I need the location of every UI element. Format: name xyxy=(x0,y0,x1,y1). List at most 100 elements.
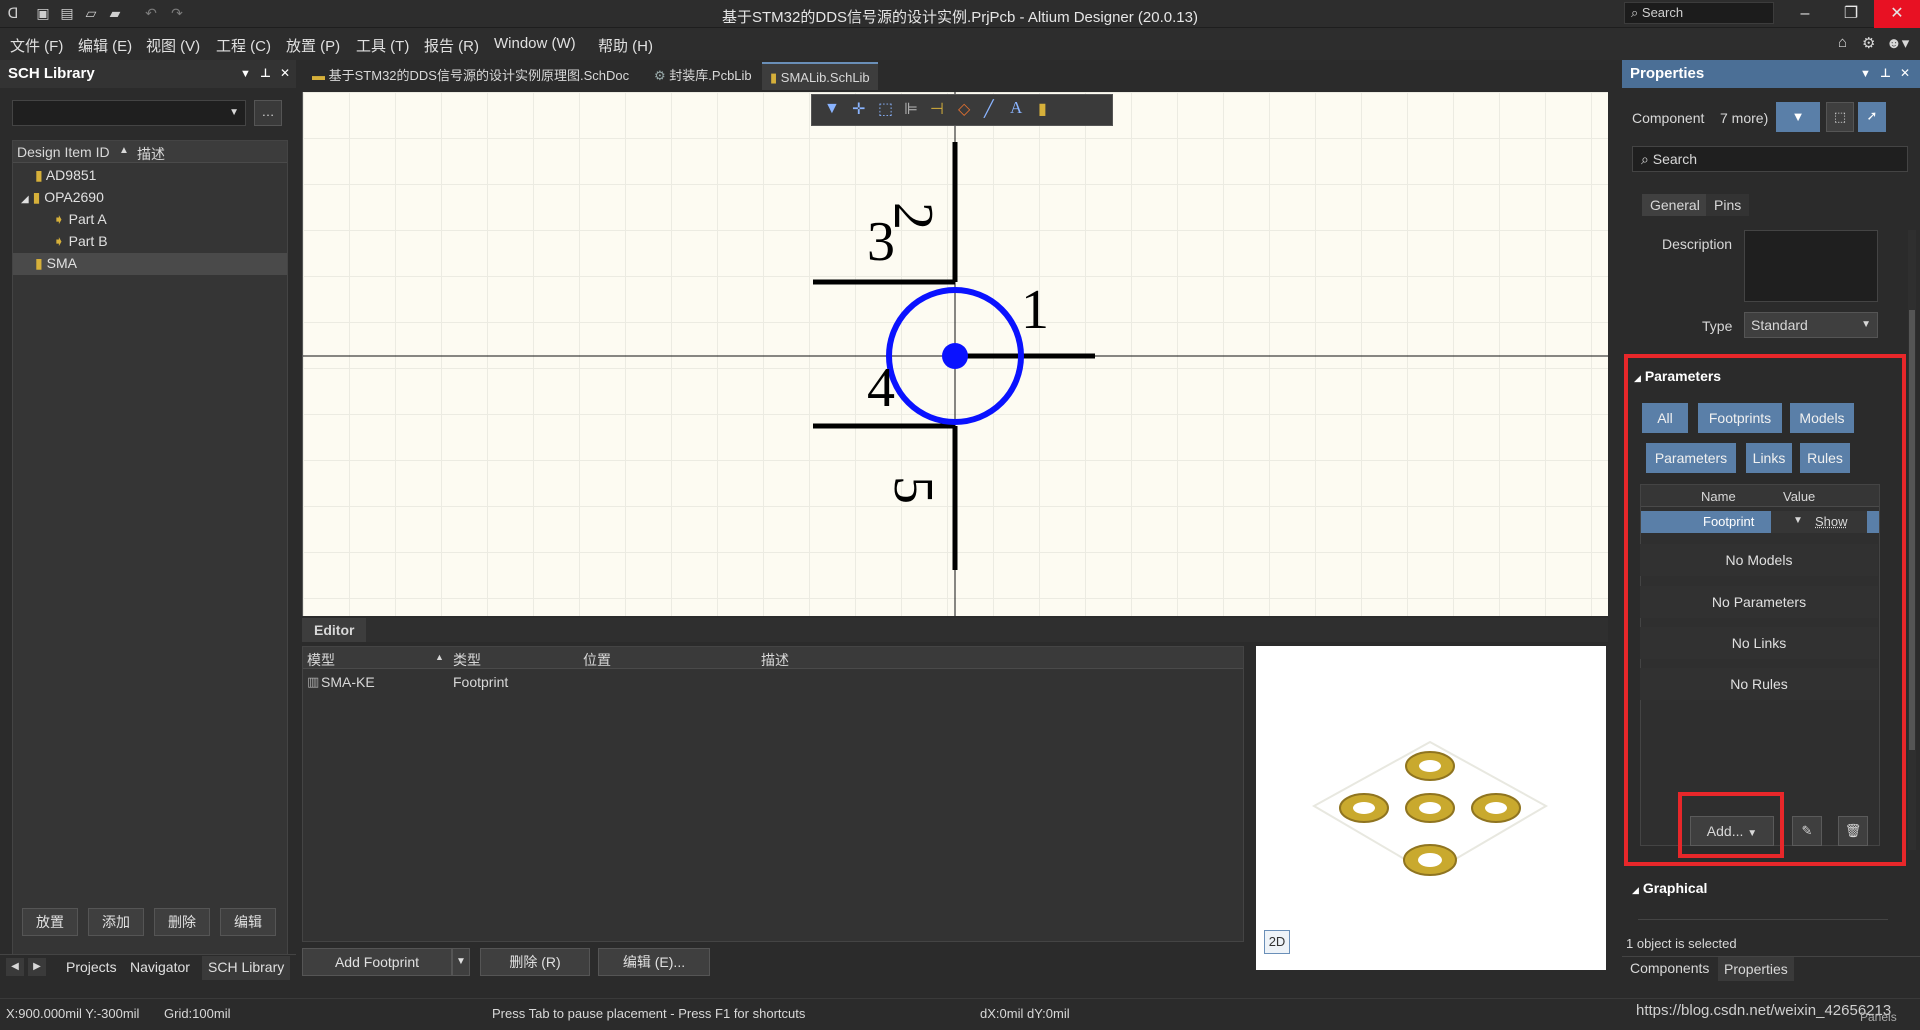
scrollbar-thumb[interactable] xyxy=(1909,310,1915,750)
menu-file[interactable]: 文件 (F) xyxy=(10,35,63,56)
tab-navigator[interactable]: Navigator xyxy=(124,956,196,980)
align-icon[interactable]: ⊫ xyxy=(904,99,918,119)
tab-components[interactable]: Components xyxy=(1626,960,1713,976)
panels-button[interactable]: Panels xyxy=(1860,1010,1897,1024)
add-parameter-button[interactable]: Add... ▼ xyxy=(1690,816,1774,846)
editor-tab[interactable]: Editor xyxy=(302,618,367,642)
chevron-down-icon[interactable]: ▼ xyxy=(1793,515,1803,526)
column-model[interactable]: 模型 xyxy=(307,650,335,670)
column-design-item-id[interactable]: Design Item ID xyxy=(17,144,110,160)
filter-models-button[interactable]: Models xyxy=(1790,403,1854,433)
filter-icon[interactable]: ▼ xyxy=(824,100,840,118)
pin-icon[interactable]: ⊥ xyxy=(1880,66,1891,80)
tab-schlib[interactable]: ▮ SMALib.SchLib xyxy=(762,62,878,90)
tab-sch-library[interactable]: SCH Library xyxy=(202,956,291,980)
add-part-icon[interactable]: ▮ xyxy=(1038,99,1047,119)
place-ieee-icon[interactable]: ◇ xyxy=(958,99,970,119)
move-icon[interactable]: ✛ xyxy=(852,99,865,119)
tab-projects[interactable]: Projects xyxy=(60,956,123,980)
schlib-icon: ▮ xyxy=(770,70,778,85)
select-rectangle-icon[interactable]: ⬚ xyxy=(878,99,893,119)
canvas-scroll-strip[interactable] xyxy=(1608,92,1618,616)
edit-model-button[interactable]: 编辑 (E)... xyxy=(598,948,710,976)
pointer-mask-button[interactable]: ➚ xyxy=(1858,102,1886,132)
schematic-canvas[interactable]: 1 2 3 4 5 ▼ ✛ ⬚ ⊫ ⊣ ◇ ╱ A ▮ xyxy=(302,92,1609,616)
graphical-section-title[interactable]: ◢ Graphical xyxy=(1632,880,1707,896)
footprint-show-link[interactable]: Show xyxy=(1815,514,1848,529)
list-item[interactable]: ▮ AD9851 xyxy=(35,167,96,184)
tab-scroll-right-icon[interactable]: ▶ xyxy=(28,958,46,976)
browse-button[interactable]: … xyxy=(254,100,282,126)
edit-button[interactable]: 编辑 xyxy=(220,908,276,936)
column-location[interactable]: 位置 xyxy=(583,650,611,670)
close-button[interactable]: ✕ xyxy=(1874,0,1920,28)
list-item[interactable]: ◢ ▮ OPA2690 xyxy=(21,189,104,206)
global-search-input[interactable]: ⌕ Search xyxy=(1624,2,1774,24)
menu-view[interactable]: 视图 (V) xyxy=(146,35,200,56)
minimize-button[interactable]: – xyxy=(1782,0,1828,28)
column-value[interactable]: Value xyxy=(1783,489,1815,504)
table-row-footprint[interactable]: Footprint ▼ Show xyxy=(1641,511,1879,533)
description-field[interactable] xyxy=(1744,230,1878,302)
footprint-preview[interactable]: 2D xyxy=(1256,646,1606,970)
menu-edit[interactable]: 编辑 (E) xyxy=(78,35,132,56)
menu-project[interactable]: 工程 (C) xyxy=(216,35,271,56)
place-line-icon[interactable]: ╱ xyxy=(984,99,994,119)
place-pin-icon[interactable]: ⊣ xyxy=(930,99,944,119)
menu-window[interactable]: Window (W) xyxy=(494,35,576,52)
restore-button[interactable]: ❐ xyxy=(1828,0,1874,28)
gear-icon[interactable]: ⚙ xyxy=(1862,34,1875,52)
filter-parameters-button[interactable]: Parameters xyxy=(1646,443,1736,473)
tab-schdoc[interactable]: ▬ 基于STM32的DDS信号源的设计实例原理图.SchDoc xyxy=(306,64,635,88)
properties-search-input[interactable]: ⌕ Search xyxy=(1632,146,1908,172)
properties-scrollbar[interactable] xyxy=(1908,230,1916,850)
panel-menu-icon[interactable]: ▼ xyxy=(1860,68,1871,80)
list-item[interactable]: ➧ Part B xyxy=(53,233,108,250)
tab-pcblib[interactable]: ⚙ 封装库.PcbLib xyxy=(648,64,758,88)
delete-button[interactable]: 删除 xyxy=(154,908,210,936)
library-filter-select[interactable]: ▼ xyxy=(12,100,246,126)
delete-parameter-button[interactable]: 🗑 xyxy=(1838,816,1868,846)
panel-close-icon[interactable]: ✕ xyxy=(280,66,290,80)
view-2d-toggle[interactable]: 2D xyxy=(1264,930,1290,954)
type-select[interactable]: Standard ▼ xyxy=(1744,312,1878,338)
place-text-icon[interactable]: A xyxy=(1010,98,1022,118)
row-selector-cell[interactable] xyxy=(1641,511,1697,533)
tab-scroll-left-icon[interactable]: ◀ xyxy=(6,958,24,976)
filter-dropdown-button[interactable]: ▼ xyxy=(1776,102,1820,132)
menu-help[interactable]: 帮助 (H) xyxy=(598,35,653,56)
parameters-section-title[interactable]: ◢ Parameters xyxy=(1634,368,1721,384)
column-desc[interactable]: 描述 xyxy=(761,650,789,670)
filter-links-button[interactable]: Links xyxy=(1746,443,1792,473)
add-button[interactable]: 添加 xyxy=(88,908,144,936)
panel-menu-icon[interactable]: ▼ xyxy=(240,68,251,80)
place-button[interactable]: 放置 xyxy=(22,908,78,936)
column-type[interactable]: 类型 xyxy=(453,650,481,670)
expand-triangle-icon[interactable]: ◢ xyxy=(21,194,29,205)
menu-reports[interactable]: 报告 (R) xyxy=(424,35,479,56)
home-icon[interactable]: ⌂ xyxy=(1838,34,1847,51)
remove-model-button[interactable]: 删除 (R) xyxy=(480,948,590,976)
filter-footprints-button[interactable]: Footprints xyxy=(1698,403,1782,433)
filter-rules-button[interactable]: Rules xyxy=(1800,443,1850,473)
pin-icon[interactable]: ⊥ xyxy=(260,66,271,80)
user-icon[interactable]: ☻▾ xyxy=(1886,34,1909,52)
select-mask-button[interactable]: ⬚ xyxy=(1826,102,1854,132)
list-item[interactable]: ➧ Part A xyxy=(53,211,107,228)
tab-general[interactable]: General xyxy=(1642,194,1708,216)
list-item[interactable]: ▮ SMA xyxy=(35,255,77,272)
add-footprint-dropdown-icon[interactable]: ▼ xyxy=(452,948,470,976)
tab-pins[interactable]: Pins xyxy=(1706,194,1750,216)
row-end-cell xyxy=(1867,511,1879,533)
tab-properties[interactable]: Properties xyxy=(1718,957,1794,981)
table-row[interactable]: ▥ SMA-KE Footprint xyxy=(303,671,1243,693)
filter-all-button[interactable]: All xyxy=(1642,403,1688,433)
footprint-name-cell[interactable]: Footprint xyxy=(1697,511,1771,533)
column-name[interactable]: Name xyxy=(1701,489,1736,504)
add-footprint-button[interactable]: Add Footprint xyxy=(302,948,452,976)
panel-close-icon[interactable]: ✕ xyxy=(1900,66,1910,80)
menu-tools[interactable]: 工具 (T) xyxy=(356,35,409,56)
menu-place[interactable]: 放置 (P) xyxy=(286,35,340,56)
column-description[interactable]: 描述 xyxy=(137,144,165,164)
edit-parameter-button[interactable]: ✎ xyxy=(1792,816,1822,846)
